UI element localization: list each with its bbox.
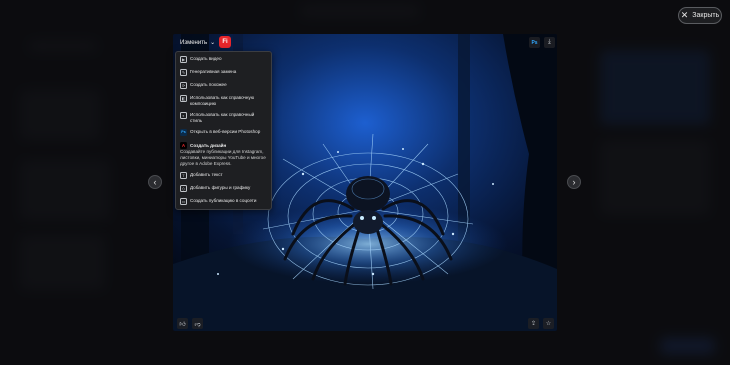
share-icon: ⇪ — [530, 321, 537, 327]
open-in-photoshop-button[interactable]: Ps — [529, 37, 540, 48]
menu-item-style-reference[interactable]: ◐ Использовать как справочный стиль — [176, 112, 271, 123]
firefly-icon[interactable]: Fi — [219, 36, 231, 48]
download-button[interactable]: ⤓ — [544, 37, 555, 48]
edit-dropdown-button[interactable]: Изменить ⌄ — [177, 37, 218, 48]
next-image-button[interactable]: › — [567, 175, 581, 189]
download-icon: ⤓ — [548, 39, 551, 45]
section-title: Создать дизайн — [190, 143, 227, 149]
style-reference-icon: ◐ — [180, 112, 187, 120]
menu-item-open-photoshop-web[interactable]: Ps Открыть в веб-версии Photoshop — [176, 129, 271, 137]
chevron-down-icon: ⌄ — [210, 40, 216, 46]
like-button[interactable]: 👍︎ — [177, 318, 188, 329]
previous-image-button[interactable]: ‹ — [148, 175, 162, 189]
menu-item-social-post[interactable]: ▭ Создать публикацию в соцсети — [176, 198, 271, 206]
edit-label: Изменить — [180, 39, 208, 46]
dislike-button[interactable]: 👎︎ — [192, 318, 203, 329]
video-icon: ▶ — [180, 56, 187, 63]
menu-item-composition-reference[interactable]: ◧ Использовать как справочную композицию — [176, 95, 271, 106]
close-icon: ✕ — [680, 10, 689, 20]
menu-item-add-shapes[interactable]: ◇ Добавить фигуры и графику — [176, 185, 271, 193]
similar-icon: ⟳ — [180, 82, 187, 89]
favorite-icon: ☆ — [545, 321, 552, 327]
photoshop-icon: Ps — [531, 39, 538, 46]
chevron-right-icon: › — [572, 176, 576, 187]
favorite-button[interactable]: ☆ — [543, 318, 554, 329]
photoshop-icon: Ps — [180, 129, 187, 137]
chevron-left-icon: ‹ — [153, 176, 157, 187]
thumbs-down-icon: 👎︎ — [194, 321, 201, 328]
close-button[interactable]: ✕ Закрыть — [678, 7, 722, 24]
social-post-icon: ▭ — [180, 198, 187, 206]
share-button[interactable]: ⇪ — [528, 318, 539, 329]
menu-item-generate-similar[interactable]: ⟳ Создать похожее — [176, 82, 271, 89]
composition-reference-icon: ◧ — [180, 95, 187, 102]
section-description: Создавайте публикации для Instagram, лис… — [180, 149, 266, 166]
generative-fill-icon: ✎ — [180, 69, 187, 76]
shapes-icon: ◇ — [180, 185, 187, 193]
close-label: Закрыть — [692, 12, 720, 19]
menu-item-generative-fill[interactable]: ✎ Генеративная замена — [176, 69, 271, 76]
menu-item-add-text[interactable]: T Добавить текст — [176, 172, 271, 180]
menu-item-create-video[interactable]: ▶ Создать видео — [176, 56, 271, 63]
create-design-section: A Создать дизайн Создавайте публикации д… — [176, 142, 271, 166]
edit-menu: ▶ Создать видео ✎ Генеративная замена ⟳ … — [175, 51, 272, 210]
thumbs-up-icon: 👍︎ — [179, 321, 186, 328]
text-icon: T — [180, 172, 187, 180]
